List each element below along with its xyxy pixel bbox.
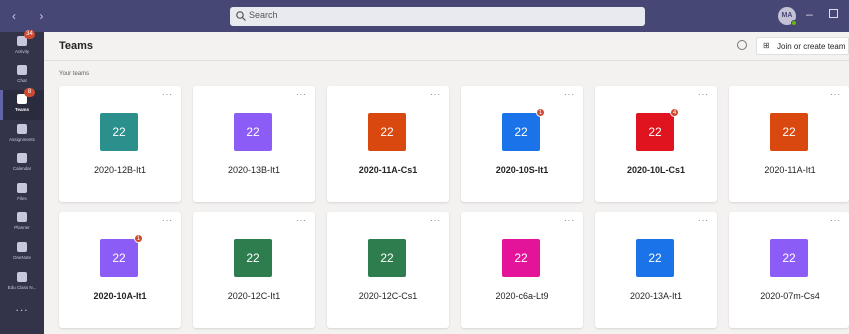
more-options-icon[interactable]: ··· [162, 216, 173, 225]
add-team-icon: ⊞ [763, 41, 770, 50]
notebook-icon [17, 272, 27, 282]
rail-item-activity[interactable]: 34 Activity [0, 30, 44, 62]
team-name: 2020-11A-Cs1 [358, 165, 418, 175]
rail-item-label: Assignments [9, 137, 35, 142]
team-name: 2020-12C-It1 [227, 291, 281, 301]
team-name: 2020-12B-It1 [93, 165, 147, 175]
more-options-icon[interactable]: ··· [296, 90, 307, 99]
maximize-icon[interactable] [829, 9, 838, 18]
team-tile: 22 [636, 239, 674, 277]
presence-status-icon [791, 20, 797, 26]
team-name: 2020-10A-It1 [93, 291, 147, 301]
team-tile: 22 [100, 113, 138, 151]
section-label: Your teams [59, 71, 90, 77]
team-name: 2020-11A-It1 [764, 165, 816, 175]
rail-item-files[interactable]: Files [0, 179, 44, 209]
page-header: Teams ⊞ Join or create team [44, 32, 849, 61]
more-options-icon[interactable]: ··· [564, 216, 575, 225]
join-button-label: Join or create team [777, 42, 846, 51]
team-tile: 22 [368, 239, 406, 277]
notification-badge: 1 [536, 108, 545, 117]
rail-item-label: Activity [14, 49, 30, 54]
team-tile: 22 [234, 239, 272, 277]
team-tile: 22 [100, 239, 138, 277]
notification-badge: 4 [670, 108, 679, 117]
search-input[interactable]: Search [230, 7, 645, 26]
search-icon [236, 11, 246, 21]
search-placeholder: Search [249, 10, 278, 20]
team-name: 2020-c6a-Lt9 [495, 291, 549, 301]
team-card[interactable]: ··· 22 2020-c6a-Lt9 [461, 212, 583, 328]
team-name: 2020-10S-It1 [495, 165, 549, 175]
rail-item-label: OneNote [12, 255, 31, 260]
team-tile: 22 [234, 113, 272, 151]
rail-item-label: Calendar [12, 166, 32, 171]
rail-item-assignments[interactable]: Assignments [0, 120, 44, 150]
team-tile: 22 [770, 113, 808, 151]
gear-icon[interactable] [737, 40, 747, 50]
rail-item-label: Edu Class N... [7, 285, 37, 290]
chat-icon [17, 65, 27, 75]
rail-item-label: Chat [17, 78, 27, 83]
more-options-icon[interactable]: ··· [830, 90, 841, 99]
rail-item-calendar[interactable]: Calendar [0, 149, 44, 179]
rail-item-chat[interactable]: Chat [0, 61, 44, 91]
team-name: 2020-13B-It1 [227, 165, 281, 175]
more-options-icon[interactable]: ··· [162, 90, 173, 99]
title-bar: ‹ › Search MA – [0, 0, 849, 32]
team-card[interactable]: ··· 22 2020-07m-Cs4 [729, 212, 849, 328]
team-tile: 22 [502, 239, 540, 277]
rail-item-teams[interactable]: 8 Teams [0, 88, 44, 120]
page-title: Teams [59, 40, 94, 52]
more-options-icon[interactable]: ··· [296, 216, 307, 225]
rail-item-edu-class-notebook[interactable]: Edu Class N... [0, 268, 44, 298]
notification-badge: 1 [134, 234, 143, 243]
team-card[interactable]: ··· 22 4 2020-10L-Cs1 [595, 86, 717, 202]
more-options-icon[interactable]: ··· [430, 90, 441, 99]
more-apps-button[interactable]: ... [0, 300, 44, 314]
team-name: 2020-12C-Cs1 [358, 291, 418, 301]
team-card[interactable]: ··· 22 2020-13B-It1 [193, 86, 315, 202]
onenote-icon [17, 242, 27, 252]
team-card[interactable]: ··· 22 1 2020-10S-It1 [461, 86, 583, 202]
team-tile: 22 [770, 239, 808, 277]
rail-item-label: Files [17, 196, 27, 201]
rail-item-planner[interactable]: Planner [0, 208, 44, 238]
team-card[interactable]: ··· 22 2020-11A-It1 [729, 86, 849, 202]
team-name: 2020-07m-Cs4 [760, 291, 820, 301]
team-tile: 22 [502, 113, 540, 151]
rail-item-label: Planner [14, 225, 30, 230]
team-name: 2020-13A-It1 [629, 291, 683, 301]
more-options-icon[interactable]: ··· [830, 216, 841, 225]
rail-item-onenote[interactable]: OneNote [0, 238, 44, 268]
calendar-icon [17, 153, 27, 163]
planner-icon [17, 212, 27, 222]
team-card[interactable]: ··· 22 2020-12C-Cs1 [327, 212, 449, 328]
assignments-icon [17, 124, 27, 134]
active-indicator [0, 90, 3, 120]
team-card[interactable]: ··· 22 2020-12C-It1 [193, 212, 315, 328]
team-tile: 22 [368, 113, 406, 151]
more-options-icon[interactable]: ··· [430, 216, 441, 225]
team-card[interactable]: ··· 22 2020-13A-It1 [595, 212, 717, 328]
team-name: 2020-10L-Cs1 [626, 165, 686, 175]
team-card[interactable]: ··· 22 2020-11A-Cs1 [327, 86, 449, 202]
back-forward-arrows[interactable]: ‹ › [12, 9, 53, 23]
more-options-icon[interactable]: ··· [564, 90, 575, 99]
team-card[interactable]: ··· 22 2020-12B-It1 [59, 86, 181, 202]
team-tile: 22 [636, 113, 674, 151]
rail-item-label: Teams [15, 107, 29, 112]
app-rail: 34 Activity Chat 8 Teams Assignments Cal… [0, 30, 44, 334]
activity-badge: 34 [24, 30, 35, 39]
team-card[interactable]: ··· 22 1 2020-10A-It1 [59, 212, 181, 328]
join-or-create-team-button[interactable]: ⊞ Join or create team [756, 37, 849, 55]
teams-badge: 8 [24, 88, 35, 97]
more-options-icon[interactable]: ··· [698, 90, 709, 99]
file-icon [17, 183, 27, 193]
more-options-icon[interactable]: ··· [698, 216, 709, 225]
minimize-icon[interactable]: – [806, 7, 813, 21]
